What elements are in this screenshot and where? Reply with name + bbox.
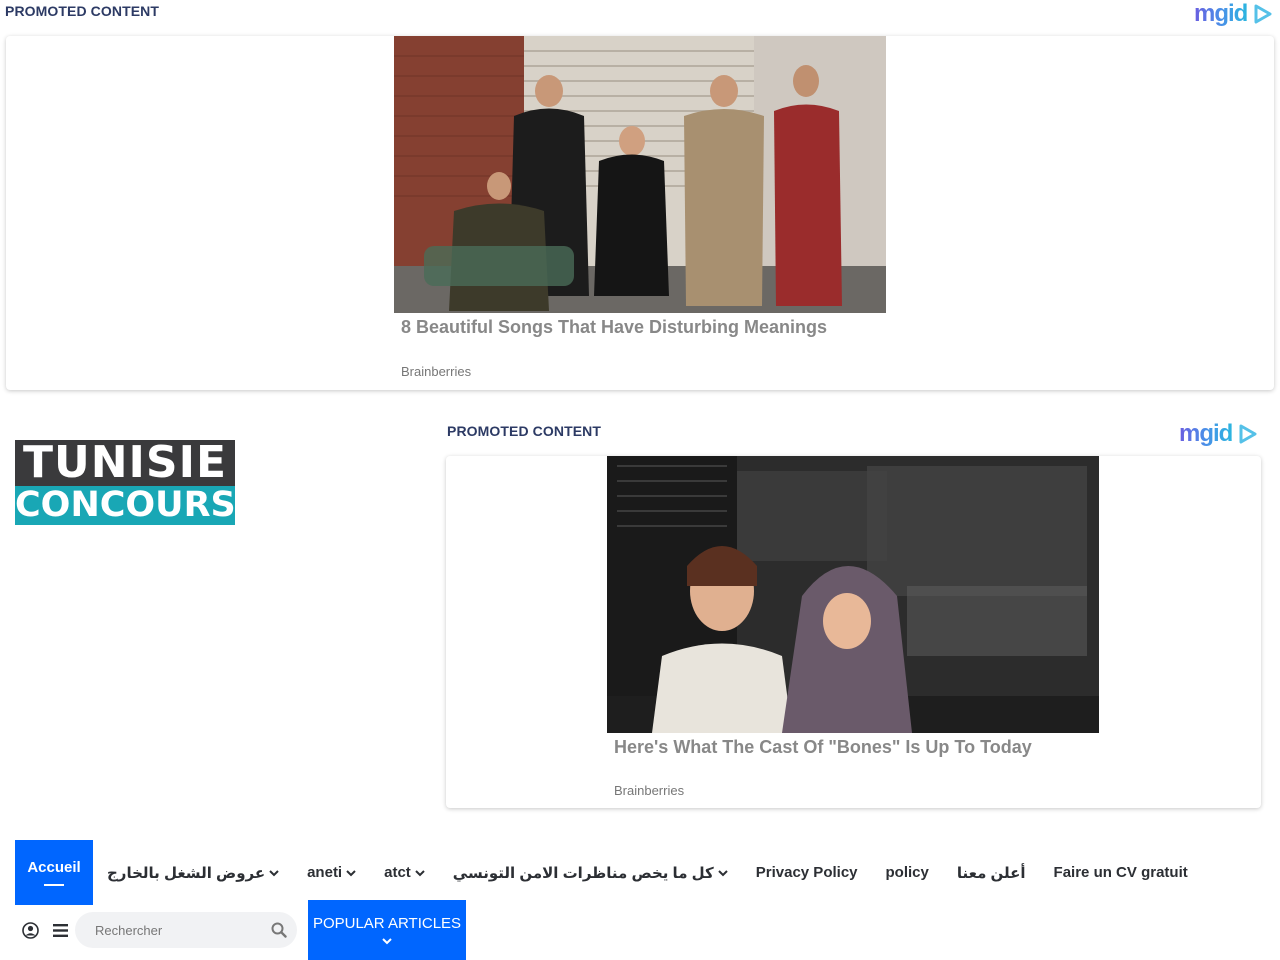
ad-card[interactable]: Here's What The Cast Of "Bones" Is Up To… <box>446 456 1261 808</box>
nav-item-label: كل ما يخص مناظرات الامن التونسي <box>452 864 714 882</box>
secondary-bar <box>15 900 297 960</box>
ad-title[interactable]: 8 Beautiful Songs That Have Disturbing M… <box>401 317 827 338</box>
user-circle-icon[interactable] <box>15 915 45 945</box>
mgid-logo[interactable]: mgid <box>1194 2 1273 26</box>
nav-item-privacy-policy[interactable]: Privacy Policy <box>742 840 872 905</box>
logo-line-1: TUNISIE <box>15 440 235 486</box>
mgid-play-icon <box>1239 424 1257 444</box>
mgid-logo[interactable]: mgid <box>1179 422 1258 446</box>
hamburger-icon[interactable] <box>45 915 75 945</box>
nav-item-free-cv[interactable]: Faire un CV gratuit <box>1040 840 1202 905</box>
nav-item-label: Accueil <box>27 859 81 876</box>
promoted-content-label: PROMOTED CONTENT <box>5 3 160 19</box>
mgid-play-icon <box>1254 4 1272 24</box>
nav-item-label: Faire un CV gratuit <box>1053 864 1188 881</box>
nav-item-label: atct <box>384 864 411 881</box>
nav-item-security-exams[interactable]: كل ما يخص مناظرات الامن التونسي <box>439 840 742 905</box>
popular-articles-label: POPULAR ARTICLES <box>312 914 462 932</box>
chevron-down-icon <box>346 869 356 876</box>
mgid-wordmark: mgid <box>1179 420 1233 447</box>
ad-image[interactable] <box>607 456 1099 733</box>
chevron-down-icon <box>718 869 728 876</box>
mgid-wordmark: mgid <box>1194 0 1248 27</box>
ad-source[interactable]: Brainberries <box>614 783 684 798</box>
ad-image[interactable] <box>394 36 886 313</box>
chevron-down-icon <box>415 869 425 876</box>
nav-item-label: Privacy Policy <box>755 864 858 881</box>
active-indicator <box>44 884 64 886</box>
chevron-down-icon <box>269 869 279 876</box>
nav-item-label: policy <box>885 864 929 881</box>
nav-item-accueil[interactable]: Accueil <box>15 840 93 905</box>
nav-item-label: aneti <box>307 864 343 881</box>
search-box <box>75 912 297 948</box>
main-nav: Accueil عروض الشغل بالخارج aneti atct كل… <box>15 840 1202 905</box>
promoted-content-label: PROMOTED CONTENT <box>447 423 602 439</box>
chevron-down-icon <box>382 937 392 944</box>
nav-item-aneti[interactable]: aneti <box>293 840 370 905</box>
nav-item-policy[interactable]: policy <box>872 840 943 905</box>
ad-title[interactable]: Here's What The Cast Of "Bones" Is Up To… <box>614 737 1032 758</box>
site-logo[interactable]: TUNISIE CONCOURS <box>15 440 236 525</box>
nav-item-atct[interactable]: atct <box>370 840 439 905</box>
search-icon[interactable] <box>271 922 287 938</box>
logo-line-2: CONCOURS <box>15 485 236 525</box>
nav-item-label: أعلن معنا <box>956 864 1026 882</box>
ad-card[interactable]: 8 Beautiful Songs That Have Disturbing M… <box>6 36 1274 390</box>
nav-item-label: عروض الشغل بالخارج <box>107 864 266 882</box>
popular-articles-button[interactable]: POPULAR ARTICLES <box>308 900 466 960</box>
ad-source[interactable]: Brainberries <box>401 364 471 379</box>
nav-item-jobs-abroad[interactable]: عروض الشغل بالخارج <box>93 840 293 905</box>
nav-item-advertise[interactable]: أعلن معنا <box>943 840 1040 905</box>
search-input[interactable] <box>95 922 271 938</box>
